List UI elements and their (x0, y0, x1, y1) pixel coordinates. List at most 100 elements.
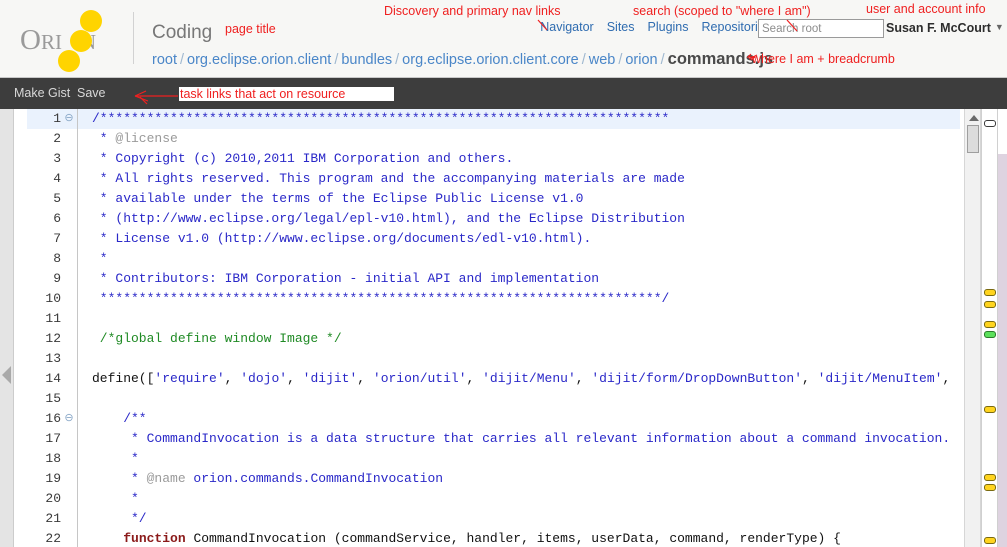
code-line[interactable]: 10 *************************************… (27, 289, 960, 309)
code-line[interactable]: 9 * Contributors: IBM Corporation - init… (27, 269, 960, 289)
code-token: * (92, 131, 116, 146)
code-line[interactable]: 22 function CommandInvocation (commandSe… (27, 529, 960, 547)
code-line[interactable]: 21 */ (27, 509, 960, 529)
breadcrumb-link-0[interactable]: root (152, 52, 177, 68)
code-line[interactable]: 17 * CommandInvocation is a data structu… (27, 429, 960, 449)
ruler-marker-yellow[interactable] (984, 474, 996, 481)
code-line[interactable]: 14 define(['require', 'dojo', 'dijit', '… (27, 369, 960, 389)
code-token: function (123, 531, 186, 546)
code-source: ****************************************… (92, 289, 670, 309)
ruler-marker-white[interactable] (984, 120, 996, 127)
code-token: , (287, 371, 303, 386)
breadcrumb-separator: / (334, 52, 339, 68)
orion-logo[interactable]: ORION (18, 6, 128, 72)
code-token: * Contributors: IBM Corporation - initia… (92, 271, 600, 286)
code-line[interactable]: 2 * @license (27, 129, 960, 149)
code-token: /** (92, 411, 147, 426)
line-number: 16 (45, 411, 61, 426)
collapse-panel-arrow-icon[interactable] (2, 366, 11, 384)
gutter-separator (77, 289, 89, 309)
chevron-down-icon[interactable]: ▼ (995, 22, 1004, 32)
code-line[interactable]: 6 * (http://www.eclipse.org/legal/epl-v1… (27, 209, 960, 229)
overview-ruler[interactable] (981, 109, 998, 547)
user-account-info[interactable]: Susan F. McCourt▼? (886, 19, 1007, 35)
code-token: 'dojo' (240, 371, 288, 386)
ruler-marker-yellow[interactable] (984, 289, 996, 296)
fold-toggle-icon[interactable]: ⊖ (61, 109, 77, 129)
search-input[interactable] (758, 19, 884, 38)
fold-toggle-icon[interactable]: ⊖ (61, 409, 77, 429)
code-text-area[interactable]: 1 ⊖/*************************************… (27, 109, 960, 547)
code-line[interactable]: 13 (27, 349, 960, 369)
logo-dot-middle (70, 30, 92, 52)
line-number: 13 (45, 351, 61, 366)
code-token: , (942, 371, 951, 386)
gutter-separator (77, 389, 89, 409)
code-line[interactable]: 12 /*global define window Image */ (27, 329, 960, 349)
code-line[interactable]: 8 * (27, 249, 960, 269)
editor-right-edge (998, 109, 1007, 547)
code-line[interactable]: 15 (27, 389, 960, 409)
save-button[interactable]: Save (77, 86, 106, 100)
gutter-separator (77, 169, 89, 189)
code-line[interactable]: 3 * Copyright (c) 2010,2011 IBM Corporat… (27, 149, 960, 169)
code-line[interactable]: 7 * License v1.0 (http://www.eclipse.org… (27, 229, 960, 249)
breadcrumb-link-1[interactable]: org.eclipse.orion.client (187, 52, 331, 68)
breadcrumb-link-5[interactable]: orion (625, 52, 657, 68)
code-line[interactable]: 11 (27, 309, 960, 329)
ruler-marker-yellow[interactable] (984, 537, 996, 544)
ruler-marker-yellow[interactable] (984, 301, 996, 308)
breadcrumb-link-4[interactable]: web (589, 52, 616, 68)
code-source: define(['require', 'dojo', 'dijit', 'ori… (92, 369, 950, 389)
gutter-separator (77, 189, 89, 209)
code-line[interactable]: 16 ⊖ /** (27, 409, 960, 429)
gutter-separator (77, 529, 89, 547)
ruler-marker-yellow[interactable] (984, 321, 996, 328)
gutter-separator (77, 109, 89, 129)
make-gist-button[interactable]: Make Gist (14, 86, 70, 100)
breadcrumb-link-3[interactable]: org.eclipse.orion.client.core (402, 52, 579, 68)
nav-link-sites[interactable]: Sites (607, 20, 635, 34)
code-token: * (92, 491, 139, 506)
ruler-marker-yellow[interactable] (984, 484, 996, 491)
breadcrumb-link-2[interactable]: bundles (341, 52, 392, 68)
code-line[interactable]: 19 * @name orion.commands.CommandInvocat… (27, 469, 960, 489)
code-source: * Contributors: IBM Corporation - initia… (92, 269, 599, 289)
code-editor[interactable]: 1 ⊖/*************************************… (0, 109, 1007, 547)
code-token: define([ (92, 371, 155, 386)
nav-link-navigator[interactable]: Navigator (540, 20, 594, 34)
scrollbar-thumb[interactable] (967, 125, 979, 153)
line-number: 14 (45, 371, 61, 386)
code-token: * All rights reserved. This program and … (92, 171, 685, 186)
gutter-separator (77, 209, 89, 229)
code-line[interactable]: 5 * available under the terms of the Ecl… (27, 189, 960, 209)
code-token: CommandInvocation (commandService, handl… (185, 531, 841, 546)
gutter-separator (77, 489, 89, 509)
code-line[interactable]: 20 * (27, 489, 960, 509)
page-header: ORION Coding root/org.eclipse.orion.clie… (0, 0, 1007, 78)
code-source: * (http://www.eclipse.org/legal/epl-v10.… (92, 209, 685, 229)
code-source: * License v1.0 (http://www.eclipse.org/d… (92, 229, 591, 249)
line-number: 4 (53, 171, 61, 186)
gutter-separator (77, 229, 89, 249)
code-line[interactable]: 18 * (27, 449, 960, 469)
line-number: 22 (45, 531, 61, 546)
code-token: , (357, 371, 373, 386)
line-number: 2 (53, 131, 61, 146)
line-number: 1 (53, 111, 61, 126)
nav-link-plugins[interactable]: Plugins (648, 20, 689, 34)
ruler-marker-yellow[interactable] (984, 406, 996, 413)
ruler-marker-green[interactable] (984, 331, 996, 338)
code-line[interactable]: 4 * All rights reserved. This program an… (27, 169, 960, 189)
gutter-separator (77, 149, 89, 169)
code-source: * CommandInvocation is a data structure … (92, 429, 950, 449)
code-source: */ (92, 509, 147, 529)
code-line[interactable]: 1 ⊖ /*************************************… (27, 109, 960, 129)
vertical-scrollbar[interactable] (964, 109, 981, 547)
scroll-up-arrow-icon[interactable] (969, 115, 979, 121)
